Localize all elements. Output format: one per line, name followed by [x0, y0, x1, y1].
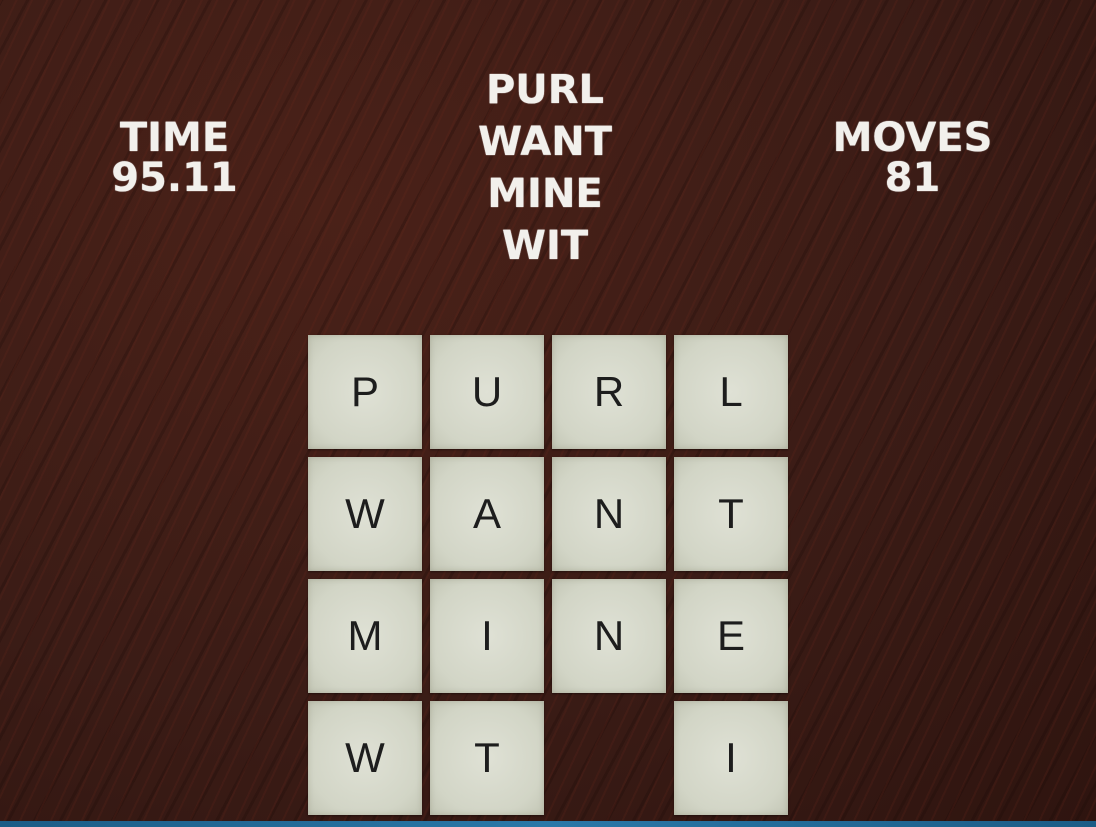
target-words-list: PURL WANT MINE WIT — [445, 64, 645, 272]
letter-tile[interactable]: N — [552, 457, 666, 571]
puzzle-board: PURLWANTMINEWTI — [308, 335, 788, 815]
time-panel: TIME 95.11 — [92, 118, 257, 198]
letter-tile[interactable]: R — [552, 335, 666, 449]
letter-tile[interactable]: I — [674, 701, 788, 815]
letter-tile[interactable]: L — [674, 335, 788, 449]
time-value: 95.11 — [111, 155, 238, 201]
target-word: MINE — [487, 171, 603, 217]
letter-tile[interactable]: A — [430, 457, 544, 571]
time-label: TIME — [119, 115, 230, 161]
letter-tile[interactable]: M — [308, 579, 422, 693]
letter-tile[interactable]: I — [430, 579, 544, 693]
letter-tile[interactable]: E — [674, 579, 788, 693]
letter-tile[interactable]: T — [674, 457, 788, 571]
target-word: WANT — [477, 119, 613, 165]
moves-label: MOVES — [832, 115, 993, 161]
moves-value: 81 — [884, 155, 941, 201]
letter-tile[interactable]: N — [552, 579, 666, 693]
letter-tile[interactable]: U — [430, 335, 544, 449]
bottom-bar — [0, 821, 1096, 827]
moves-panel: MOVES 81 — [820, 118, 1005, 198]
letter-tile[interactable]: W — [308, 457, 422, 571]
letter-tile[interactable]: T — [430, 701, 544, 815]
letter-tile[interactable]: P — [308, 335, 422, 449]
letter-tile[interactable]: W — [308, 701, 422, 815]
target-word: WIT — [501, 223, 589, 269]
target-word: PURL — [485, 67, 605, 113]
